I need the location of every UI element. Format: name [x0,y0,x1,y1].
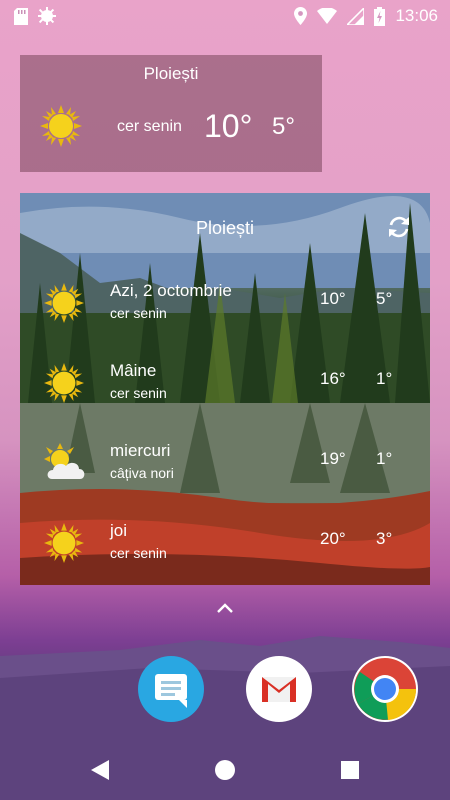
forecast-day: miercuri [110,441,171,460]
current-temp-high: 10° [204,108,253,144]
wifi-icon [317,8,338,24]
current-weather-widget[interactable]: Ploiești cer senin 10° 5° [20,55,322,172]
forecast-row: Mâine cer senin 16° 1° [20,361,430,423]
partly-cloudy-icon [44,443,85,479]
battery-charging-icon [374,6,386,26]
forecast-widget[interactable]: Ploiești Azi, 2 octombrie cer senin 10° … [20,193,430,585]
sd-card-icon [14,7,28,25]
sun-icon [44,523,84,563]
current-condition: cer senin [117,118,182,135]
settings-icon [38,7,56,25]
signal-icon [347,7,365,25]
refresh-icon[interactable] [386,214,412,240]
messages-app-icon[interactable] [138,656,204,722]
clock: 13:06 [395,6,438,25]
forecast-day: joi [110,521,128,540]
sun-icon [44,283,84,323]
sun-icon [40,105,82,147]
status-bar: 13:06 [0,0,450,32]
recents-button[interactable] [340,760,360,780]
forecast-low: 1° [376,369,393,388]
back-button[interactable] [89,758,111,782]
current-temp-low: 5° [272,113,295,140]
forecast-row: miercuri câțiva nori 19° 1° [20,441,430,503]
chrome-logo-icon [354,658,417,720]
forecast-day: Mâine [110,361,157,380]
forecast-low: 1° [376,449,393,468]
forecast-high: 10° [320,289,346,308]
forecast-condition: cer senin [110,385,167,401]
forecast-condition: cer senin [110,305,167,321]
forecast-high: 19° [320,449,346,468]
forecast-high: 20° [320,529,346,548]
chevron-up-icon[interactable] [216,602,234,614]
forecast-low: 3° [376,529,393,548]
sun-icon [44,363,84,403]
forecast-high: 16° [320,369,346,388]
location-icon [294,7,308,25]
forecast-low: 5° [376,289,393,308]
forecast-city-name: Ploiești [195,218,255,238]
home-button[interactable] [214,759,236,781]
forecast-row: joi cer senin 20° 3° [20,521,430,583]
forecast-condition: câțiva nori [110,465,174,481]
message-bubble-icon [155,674,187,708]
city-name: Ploiești [143,64,199,83]
forecast-row: Azi, 2 octombrie cer senin 10° 5° [20,281,430,343]
chrome-app-icon[interactable] [352,656,418,722]
gmail-envelope-icon [262,677,296,702]
forecast-condition: cer senin [110,545,167,561]
forecast-day: Azi, 2 octombrie [110,281,232,300]
gmail-app-icon[interactable] [246,656,312,722]
navigation-bar [0,740,450,800]
